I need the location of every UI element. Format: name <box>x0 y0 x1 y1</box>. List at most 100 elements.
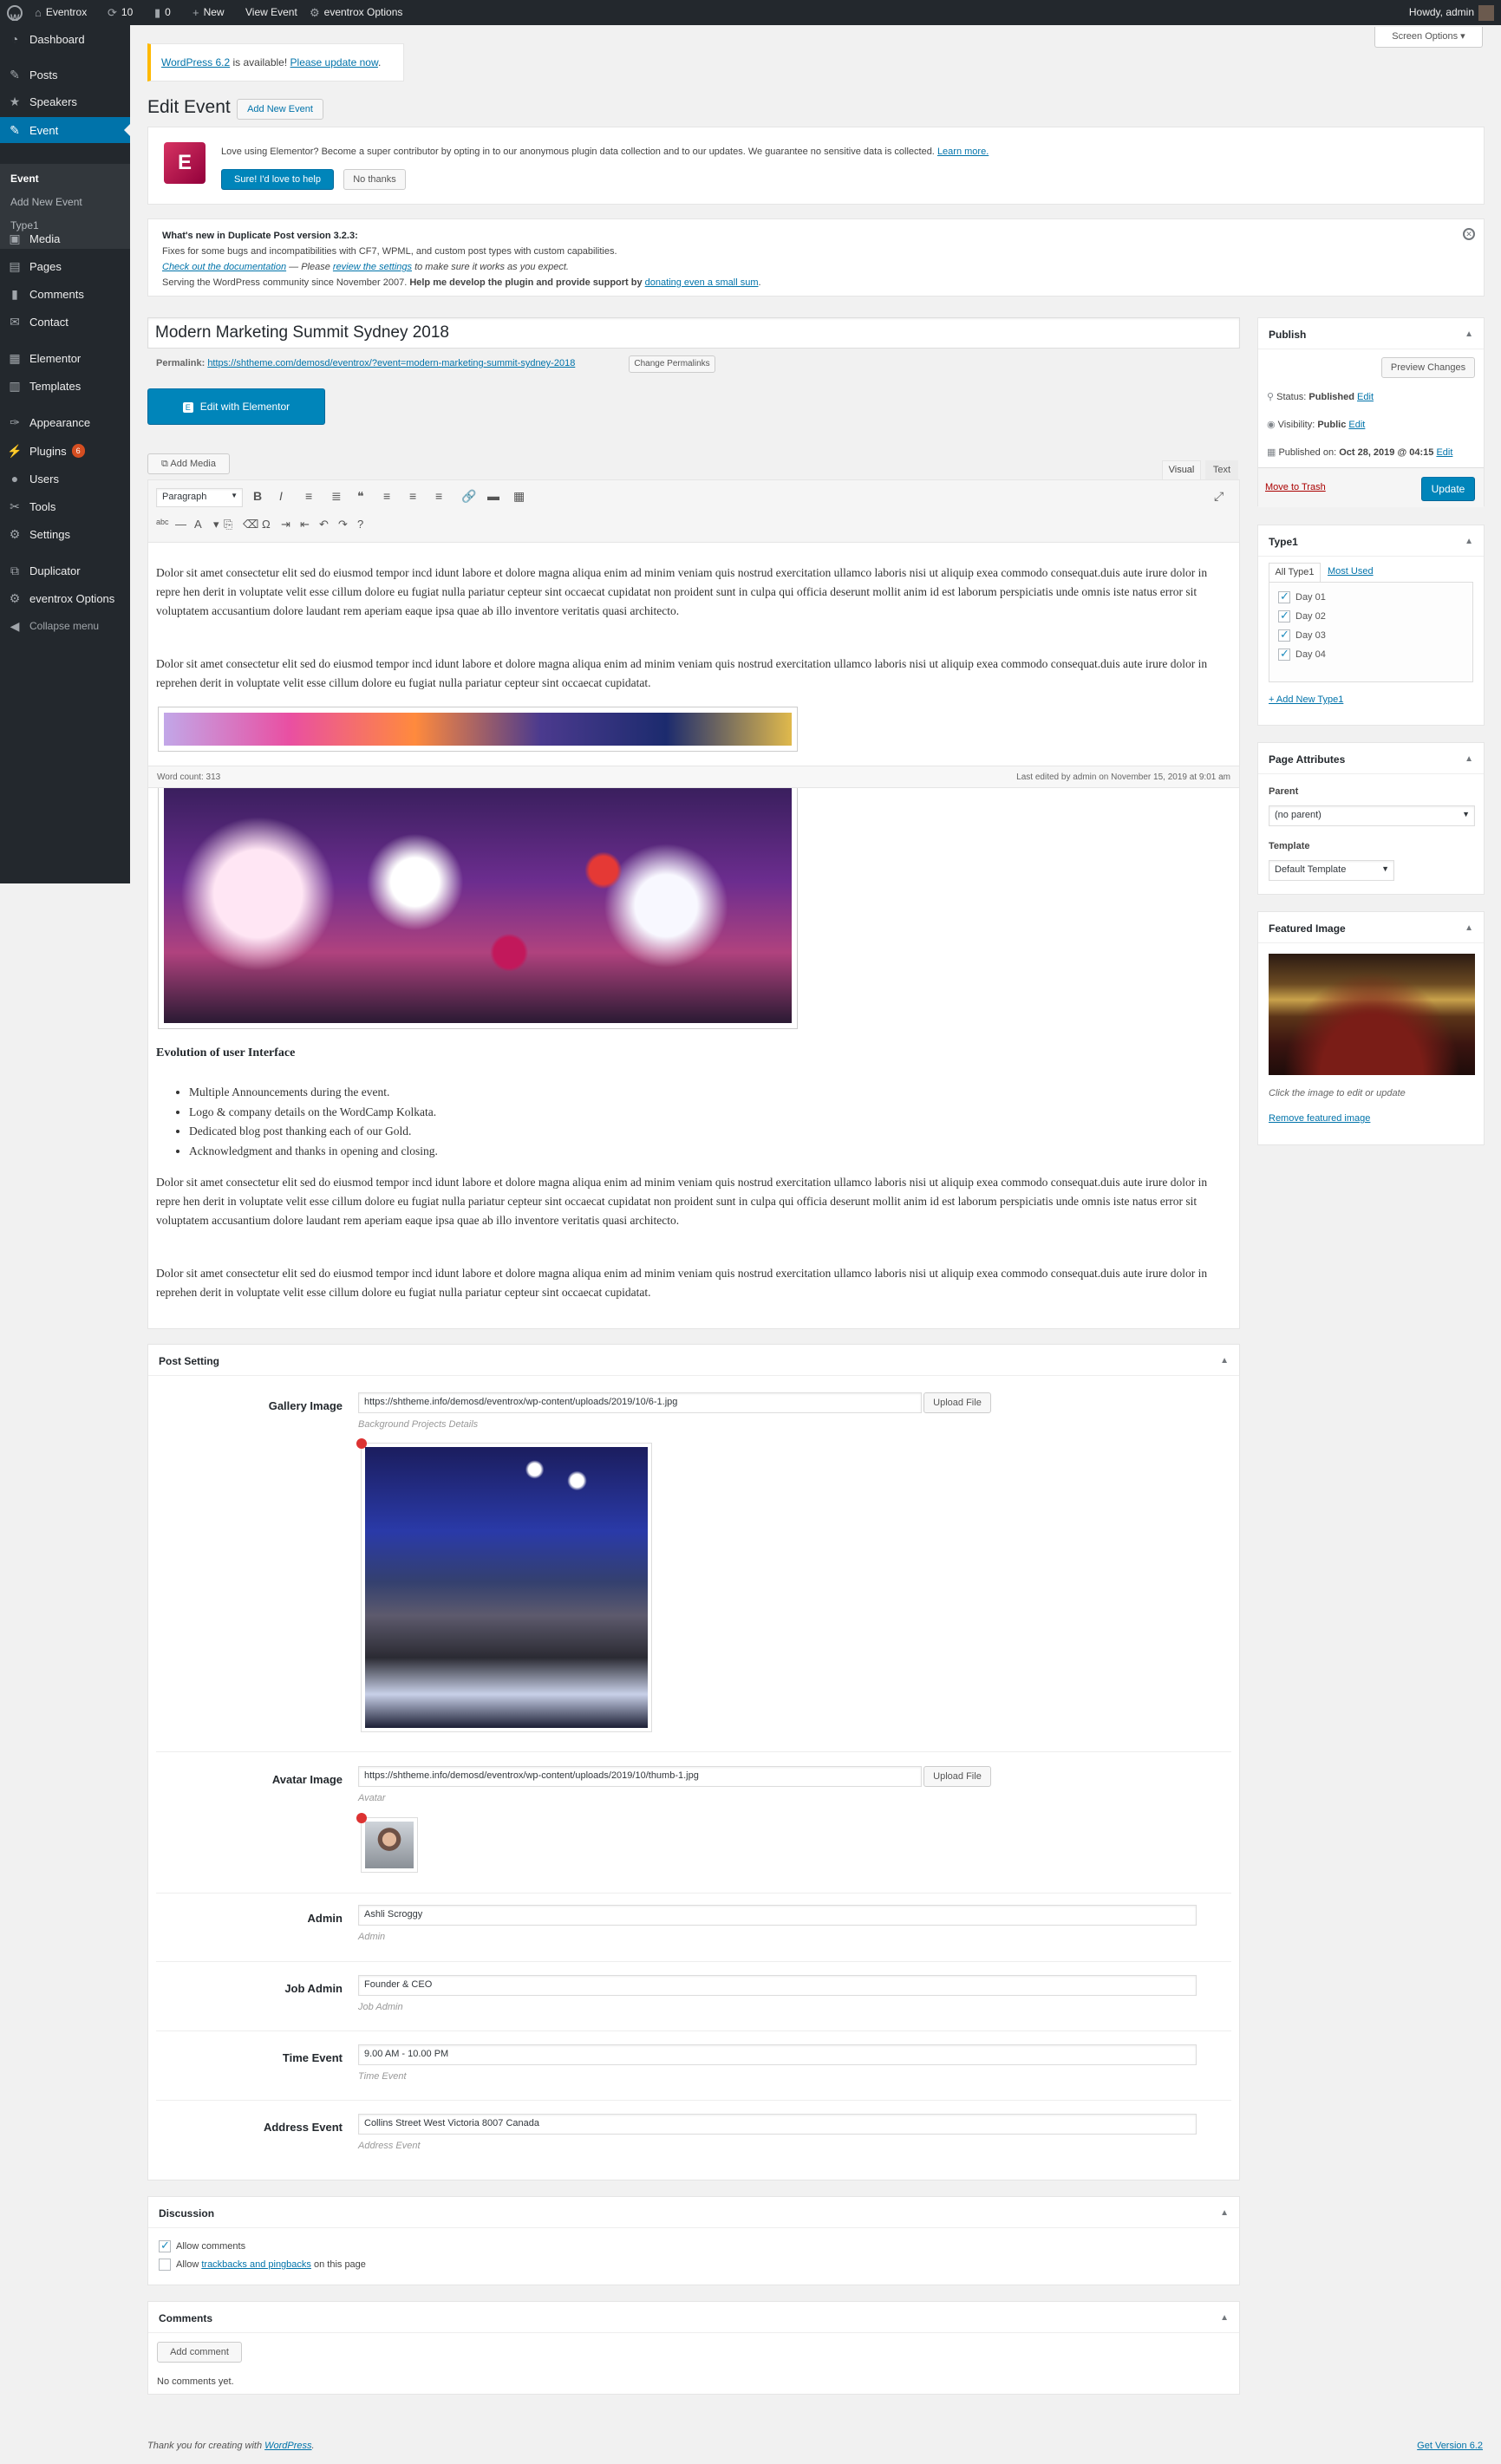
get-version-link[interactable]: Get Version 6.2 <box>1417 2441 1483 2451</box>
align-center-icon[interactable]: ≡ <box>409 489 416 503</box>
type1-item[interactable]: Day 04 <box>1278 647 1326 661</box>
strikethrough-icon[interactable]: abc <box>156 518 169 526</box>
documentation-link[interactable]: Check out the documentation <box>162 262 286 272</box>
undo-icon[interactable]: ↶ <box>319 518 329 531</box>
format-select[interactable]: Paragraph ▼ <box>156 488 243 507</box>
comments-link[interactable]: ▮ 0 <box>154 0 171 25</box>
no-thanks-button[interactable]: No thanks <box>343 169 406 190</box>
type1-item[interactable]: Day 01 <box>1278 590 1326 603</box>
outdent-icon[interactable]: ⇥ <box>281 518 290 531</box>
type1-checkbox[interactable] <box>1278 590 1290 603</box>
add-comment-button[interactable]: Add comment <box>157 2342 242 2363</box>
avatar-image-input[interactable]: https://shtheme.info/demosd/eventrox/wp-… <box>358 1766 922 1787</box>
parent-select[interactable]: (no parent) ▼ <box>1269 805 1475 826</box>
help-icon[interactable]: ? <box>357 518 363 531</box>
type1-item[interactable]: Day 03 <box>1278 628 1326 642</box>
type1-checkbox[interactable] <box>1278 647 1290 661</box>
trackbacks-link[interactable]: trackbacks and pingbacks <box>201 2259 311 2270</box>
collapse-icon[interactable]: ▲ <box>1465 537 1473 546</box>
bulleted-list-icon[interactable]: ≡ <box>305 489 312 503</box>
sidebar-item-eventrox-options[interactable]: ⚙ eventrox Options <box>0 585 130 611</box>
add-new-type1-link[interactable]: + Add New Type1 <box>1269 694 1343 705</box>
wordpress-link[interactable]: WordPress <box>264 2441 311 2451</box>
new-content-link[interactable]: + New <box>193 0 225 25</box>
sidebar-item-media[interactable]: ▣ Media <box>0 225 130 251</box>
site-name-link[interactable]: ⌂ Eventrox <box>35 0 87 25</box>
text-color-icon[interactable]: A <box>194 518 202 531</box>
numbered-list-icon[interactable]: ≣ <box>331 489 342 504</box>
template-select[interactable]: Default Template ▼ <box>1269 860 1394 881</box>
tab-most-used[interactable]: Most Used <box>1328 566 1374 577</box>
submenu-item-event[interactable]: Event <box>10 173 39 185</box>
edit-visibility-link[interactable]: Edit <box>1348 420 1365 430</box>
sidebar-item-plugins[interactable]: ⚡ Plugins 6 <box>0 438 130 464</box>
tab-visual[interactable]: Visual <box>1162 460 1201 479</box>
bold-icon[interactable]: B <box>253 489 262 503</box>
eventrox-options-link[interactable]: ⚙ eventrox Options <box>310 0 402 25</box>
allow-pingbacks-checkbox[interactable] <box>159 2259 171 2271</box>
text-color-dropdown-icon[interactable]: ▾ <box>213 518 219 531</box>
dismiss-icon[interactable]: ✕ <box>1463 228 1475 240</box>
link-icon[interactable]: 🔗 <box>461 489 476 504</box>
updates-link[interactable]: ⟳ 10 <box>108 0 133 25</box>
indent-icon[interactable]: ⇤ <box>300 518 310 531</box>
account-menu[interactable]: Howdy, admin <box>1409 0 1494 25</box>
paste-text-icon[interactable]: ⎘ <box>224 518 232 531</box>
view-event-link[interactable]: View Event <box>245 0 297 25</box>
redo-icon[interactable]: ↷ <box>338 518 348 531</box>
sidebar-item-settings[interactable]: ⚙ Settings <box>0 521 130 547</box>
address-event-input[interactable]: Collins Street West Victoria 8007 Canada <box>358 2114 1197 2135</box>
sidebar-item-tools[interactable]: ✂ Tools <box>0 493 130 519</box>
sidebar-item-appearance[interactable]: ✑ Appearance <box>0 409 130 435</box>
sidebar-item-elementor[interactable]: ▦ Elementor <box>0 345 130 371</box>
fullscreen-icon[interactable]: ⤢ <box>1214 489 1224 504</box>
align-left-icon[interactable]: ≡ <box>383 489 390 503</box>
update-now-link[interactable]: Please update now <box>290 56 378 68</box>
avatar-image-preview[interactable] <box>361 1817 418 1873</box>
sidebar-item-posts[interactable]: ✎ Posts <box>0 62 130 88</box>
sidebar-item-duplicator[interactable]: ⧉ Duplicator <box>0 557 130 583</box>
edit-date-link[interactable]: Edit <box>1436 447 1452 458</box>
collapse-icon[interactable]: ▲ <box>1220 1356 1229 1366</box>
preview-changes-button[interactable]: Preview Changes <box>1381 357 1475 378</box>
collapse-icon[interactable]: ▲ <box>1465 923 1473 933</box>
read-more-icon[interactable]: ▬ <box>487 489 499 503</box>
remove-gallery-image-icon[interactable] <box>356 1438 367 1449</box>
type1-checkbox[interactable] <box>1278 628 1290 642</box>
job-admin-input[interactable]: Founder & CEO <box>358 1975 1197 1996</box>
tab-all-type1[interactable]: All Type1 <box>1269 563 1321 582</box>
gallery-image-preview[interactable] <box>361 1443 652 1732</box>
sidebar-item-users[interactable]: ● Users <box>0 466 130 492</box>
review-settings-link[interactable]: review the settings <box>333 262 412 272</box>
special-character-icon[interactable]: Ω <box>262 518 271 531</box>
submenu-item-add-new-event[interactable]: Add New Event <box>10 196 82 208</box>
blockquote-icon[interactable]: ❝ <box>357 489 364 504</box>
collapse-icon[interactable]: ▲ <box>1220 2313 1229 2323</box>
edit-status-link[interactable]: Edit <box>1357 392 1374 402</box>
type1-item[interactable]: Day 02 <box>1278 609 1326 623</box>
screen-options-button[interactable]: Screen Options ▾ <box>1374 27 1483 48</box>
type1-checkbox[interactable] <box>1278 609 1290 623</box>
toolbar-toggle-icon[interactable]: ▦ <box>513 489 525 504</box>
gallery-image-input[interactable]: https://shtheme.info/demosd/eventrox/wp-… <box>358 1392 922 1413</box>
update-button[interactable]: Update <box>1421 477 1475 501</box>
change-permalinks-button[interactable]: Change Permalinks <box>629 355 715 373</box>
learn-more-link[interactable]: Learn more. <box>937 147 989 157</box>
featured-image-thumbnail[interactable] <box>1269 954 1475 1075</box>
sidebar-item-contact[interactable]: ✉ Contact <box>0 309 130 335</box>
post-title-input[interactable]: Modern Marketing Summit Sydney 2018 <box>147 317 1240 349</box>
move-to-trash-link[interactable]: Move to Trash <box>1265 482 1326 492</box>
remove-avatar-image-icon[interactable] <box>356 1813 367 1823</box>
sidebar-item-pages[interactable]: ▤ Pages <box>0 253 130 279</box>
edit-with-elementor-button[interactable]: E Edit with Elementor <box>147 388 325 425</box>
content-image[interactable] <box>158 788 798 1029</box>
sidebar-item-speakers[interactable]: ★ Speakers <box>0 88 130 114</box>
remove-featured-image-link[interactable]: Remove featured image <box>1269 1113 1370 1124</box>
italic-icon[interactable]: I <box>279 489 283 503</box>
sidebar-item-comments[interactable]: ▮ Comments <box>0 281 130 307</box>
clear-formatting-icon[interactable]: ⌫ <box>243 518 258 531</box>
upload-file-button[interactable]: Upload File <box>923 1766 991 1787</box>
time-event-input[interactable]: 9.00 AM - 10.00 PM <box>358 2044 1197 2065</box>
add-media-button[interactable]: ⧉ Add Media <box>147 453 230 474</box>
opt-in-button[interactable]: Sure! I'd love to help <box>221 169 334 190</box>
